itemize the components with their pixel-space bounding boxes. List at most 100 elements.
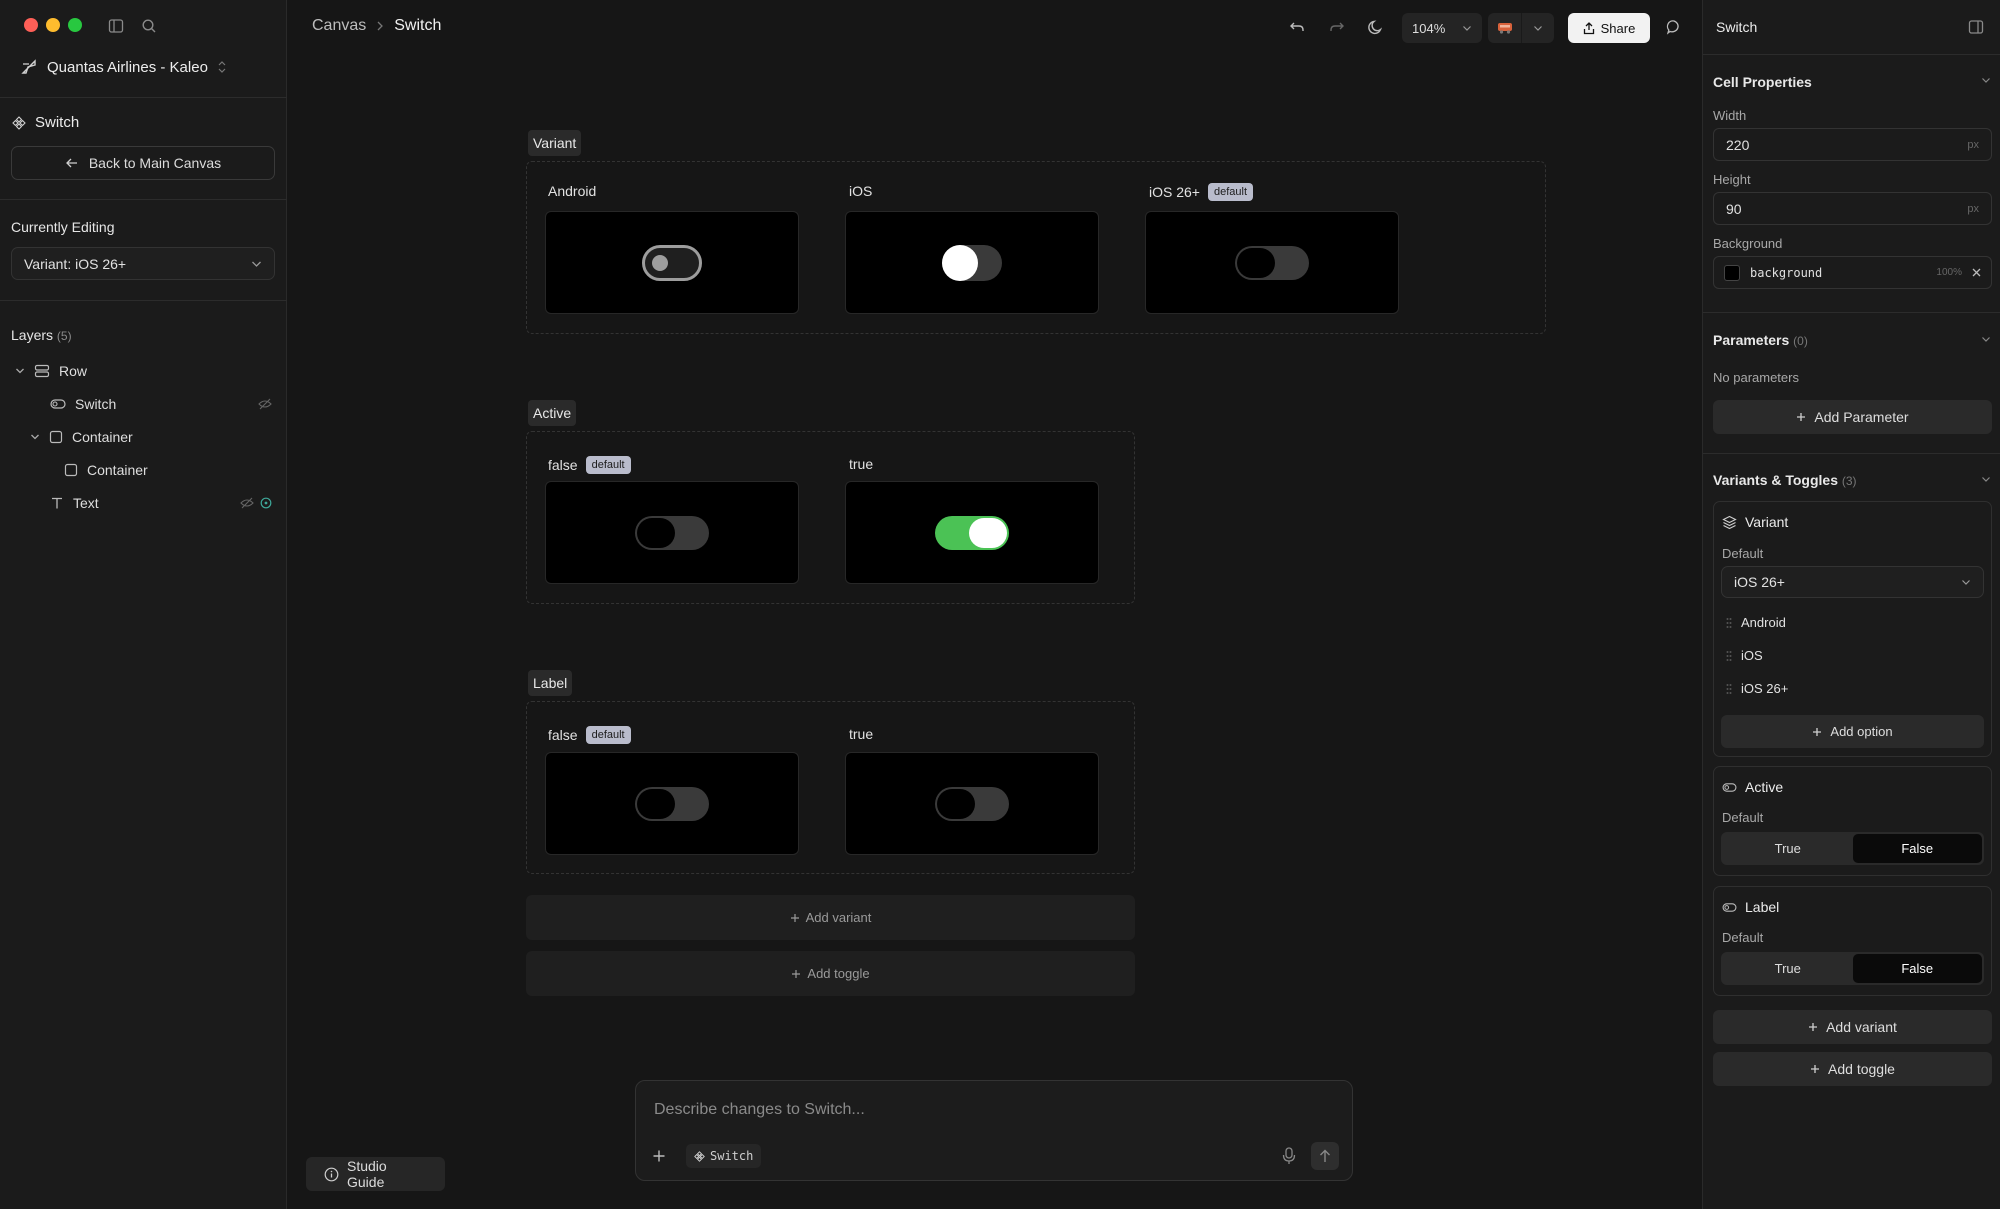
drag-handle-icon[interactable]	[1726, 683, 1732, 695]
height-input[interactable]: 90 px	[1713, 192, 1992, 225]
chevron-down-icon[interactable]	[15, 367, 25, 375]
undo-icon[interactable]	[1289, 19, 1305, 35]
variant-card-header: Variant	[1722, 514, 1788, 530]
context-chip-label: Switch	[710, 1149, 754, 1163]
brand-logo-icon	[20, 58, 38, 76]
layer-container-nested[interactable]: Container	[64, 453, 148, 486]
layer-text[interactable]: Text	[50, 486, 272, 519]
variant-option-label: Android	[1741, 615, 1786, 630]
back-to-main-canvas-button[interactable]: Back to Main Canvas	[11, 146, 275, 180]
studio-guide-button[interactable]: Studio Guide	[306, 1157, 445, 1191]
switch-android[interactable]	[642, 244, 702, 281]
close-icon[interactable]	[1972, 268, 1981, 277]
background-label: Background	[1713, 236, 1783, 251]
component-icon	[694, 1150, 705, 1162]
switch-cell-android[interactable]	[545, 211, 799, 314]
switch-off[interactable]	[635, 515, 709, 550]
panel-toggle-icon[interactable]	[1968, 19, 1984, 35]
switch-cell-active-true[interactable]	[845, 481, 1099, 584]
prompt-box: Describe changes to Switch... Switch	[635, 1080, 1353, 1181]
background-input[interactable]: background 100%	[1713, 256, 1992, 289]
label-default-label: Default	[1722, 930, 1764, 945]
switch-cell-ios[interactable]	[845, 211, 1099, 314]
maximize-window-button[interactable]	[68, 18, 82, 32]
prompt-input[interactable]: Describe changes to Switch...	[654, 1101, 865, 1119]
layer-row[interactable]: Row	[15, 354, 87, 387]
close-window-button[interactable]	[24, 18, 38, 32]
currently-editing-label: Currently Editing	[11, 219, 115, 235]
hidden-eye-icon[interactable]	[258, 398, 272, 410]
toggle-icon	[50, 398, 66, 410]
dark-mode-moon-icon[interactable]	[1368, 19, 1384, 35]
redo-icon[interactable]	[1329, 19, 1345, 35]
drag-handle-icon[interactable]	[1726, 650, 1732, 662]
chevron-down-icon[interactable]	[30, 433, 40, 441]
switch-on[interactable]	[935, 515, 1009, 550]
variant-option[interactable]: Android	[1726, 615, 1786, 630]
variant-option[interactable]: iOS	[1726, 648, 1763, 663]
active-true-option[interactable]: True	[1723, 834, 1853, 863]
add-variant-button[interactable]: Add variant	[1713, 1010, 1992, 1044]
microphone-icon[interactable]	[1282, 1147, 1296, 1165]
hidden-eye-icon[interactable]	[240, 497, 254, 509]
comment-icon[interactable]	[1666, 19, 1682, 35]
label-false-option[interactable]: False	[1852, 954, 1982, 983]
chevron-down-icon[interactable]	[1981, 336, 1991, 343]
search-icon[interactable]	[141, 18, 157, 34]
default-badge: default	[585, 726, 631, 744]
divider	[1703, 453, 2000, 454]
active-false-option[interactable]: False	[1852, 834, 1982, 863]
layer-label: Switch	[75, 395, 117, 412]
divider	[1703, 312, 2000, 313]
add-toggle-button[interactable]: Add toggle	[1713, 1052, 1992, 1086]
send-button[interactable]	[1311, 1142, 1339, 1170]
add-parameter-button[interactable]: Add Parameter	[1713, 400, 1992, 434]
canvas-add-toggle-button[interactable]: Add toggle	[526, 951, 1135, 996]
bus-icon	[1488, 21, 1521, 35]
switch-cell-ios26[interactable]	[1145, 211, 1399, 314]
active-default-label: Default	[1722, 810, 1764, 825]
default-badge: default	[585, 456, 631, 474]
variant-option[interactable]: iOS 26+	[1726, 681, 1788, 696]
color-swatch[interactable]	[1724, 264, 1740, 281]
switch-ios[interactable]	[942, 244, 1002, 281]
share-button[interactable]: Share	[1568, 13, 1650, 43]
variant-default-select[interactable]: iOS 26+	[1721, 566, 1984, 598]
layer-switch[interactable]: Switch	[50, 387, 272, 420]
currently-editing-select[interactable]: Variant: iOS 26+	[11, 247, 275, 280]
device-preview-select[interactable]	[1488, 13, 1554, 43]
status-circle-icon[interactable]	[260, 497, 272, 509]
switch-off[interactable]	[635, 786, 709, 821]
plus-icon	[1810, 1064, 1820, 1074]
chevron-down-icon	[1522, 25, 1554, 32]
switch-cell-label-true[interactable]	[845, 752, 1099, 855]
sidebar-toggle-icon[interactable]	[108, 18, 124, 34]
drag-handle-icon[interactable]	[1726, 617, 1732, 629]
active-default-segmented: True False	[1721, 832, 1984, 865]
switch-off[interactable]	[935, 786, 1009, 821]
cell-label-text: Android	[548, 183, 597, 199]
width-input[interactable]: 220 px	[1713, 128, 1992, 161]
context-chip[interactable]: Switch	[686, 1144, 762, 1168]
cell-label: iOS 26+ default	[1149, 183, 1254, 201]
chevron-down-icon[interactable]	[1981, 476, 1991, 483]
chevron-down-icon[interactable]	[1981, 77, 1991, 84]
canvas-add-variant-button[interactable]: Add variant	[526, 895, 1135, 940]
add-option-button[interactable]: Add option	[1721, 715, 1984, 748]
switch-ios26[interactable]	[1235, 245, 1309, 280]
zoom-select[interactable]: 104%	[1402, 13, 1482, 43]
switch-cell-active-false[interactable]	[545, 481, 799, 584]
chevron-down-icon	[1462, 25, 1472, 32]
switch-cell-label-false[interactable]	[545, 752, 799, 855]
panel-header: Switch	[1716, 19, 1758, 35]
label-true-option[interactable]: True	[1723, 954, 1853, 983]
cell-label: true	[849, 456, 873, 472]
breadcrumb-canvas[interactable]: Canvas	[312, 17, 366, 35]
add-parameter-label: Add Parameter	[1814, 409, 1909, 425]
minimize-window-button[interactable]	[46, 18, 60, 32]
project-switcher[interactable]: Quantas Airlines - Kaleo	[20, 58, 227, 76]
layer-container[interactable]: Container	[30, 420, 133, 453]
plus-icon[interactable]	[652, 1149, 666, 1163]
chevron-down-icon	[1961, 579, 1971, 586]
add-variant-label: Add variant	[1826, 1019, 1897, 1035]
